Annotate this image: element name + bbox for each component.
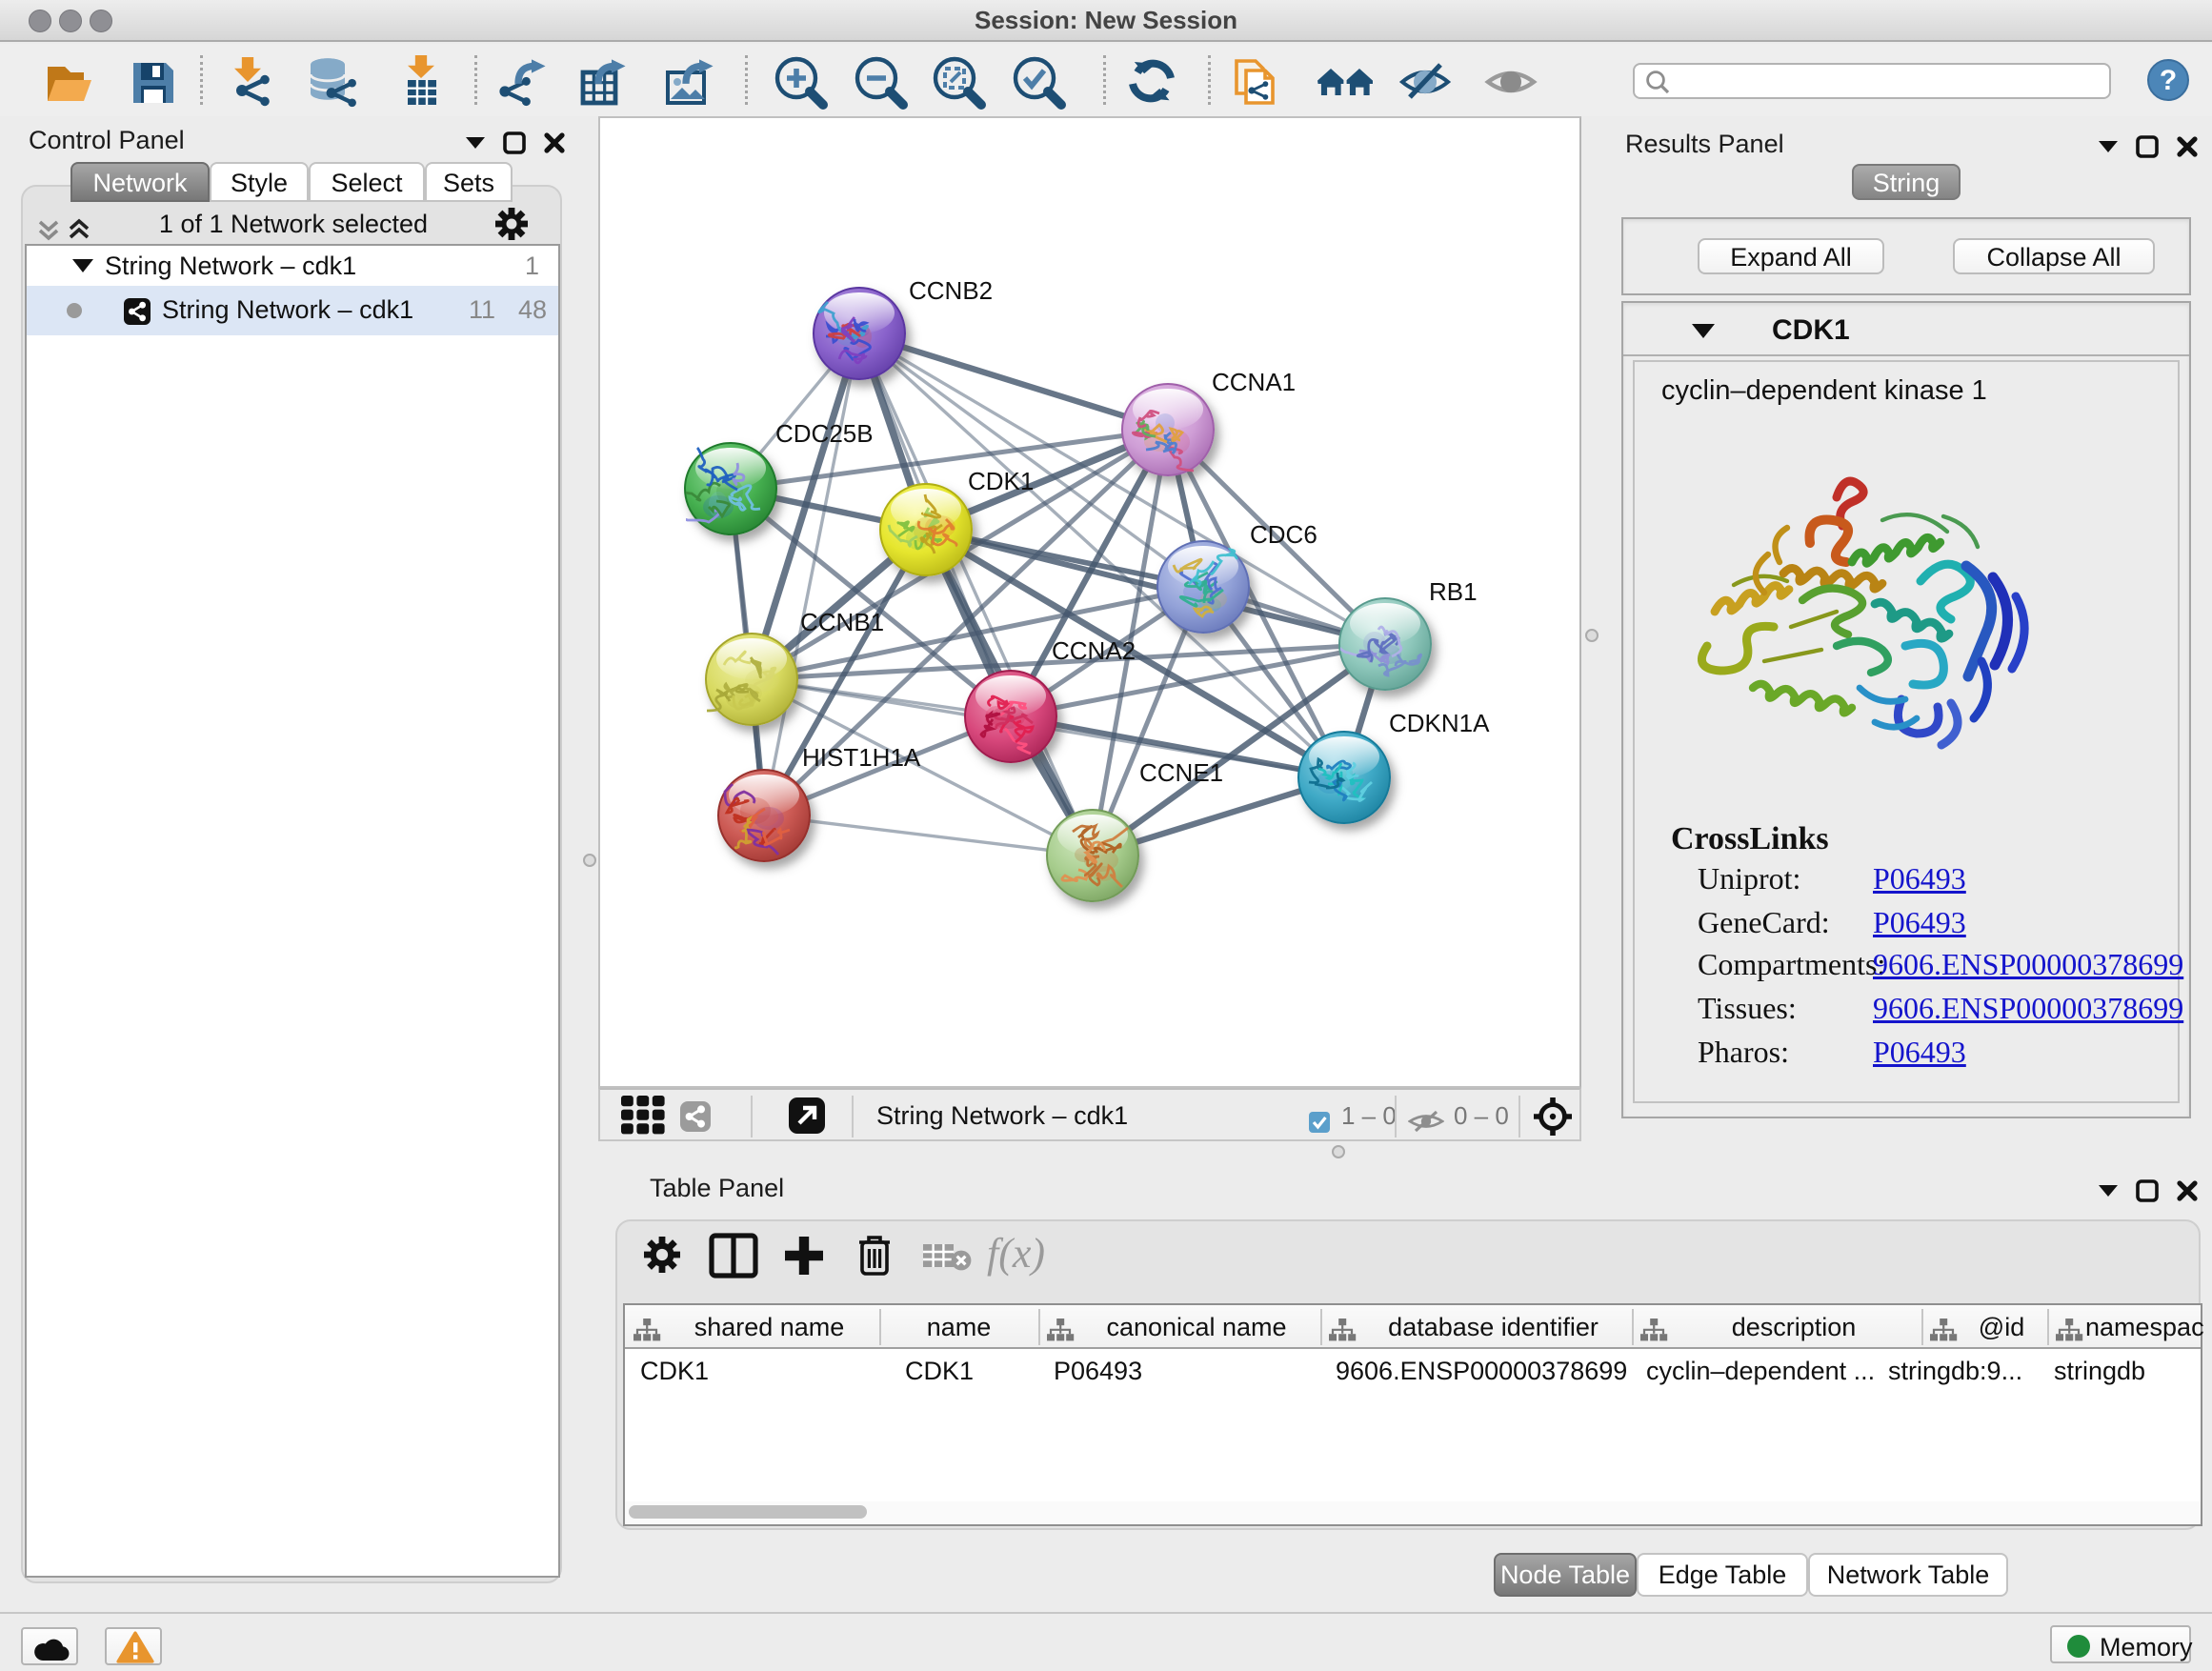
svg-text:?: ? — [2160, 65, 2177, 96]
